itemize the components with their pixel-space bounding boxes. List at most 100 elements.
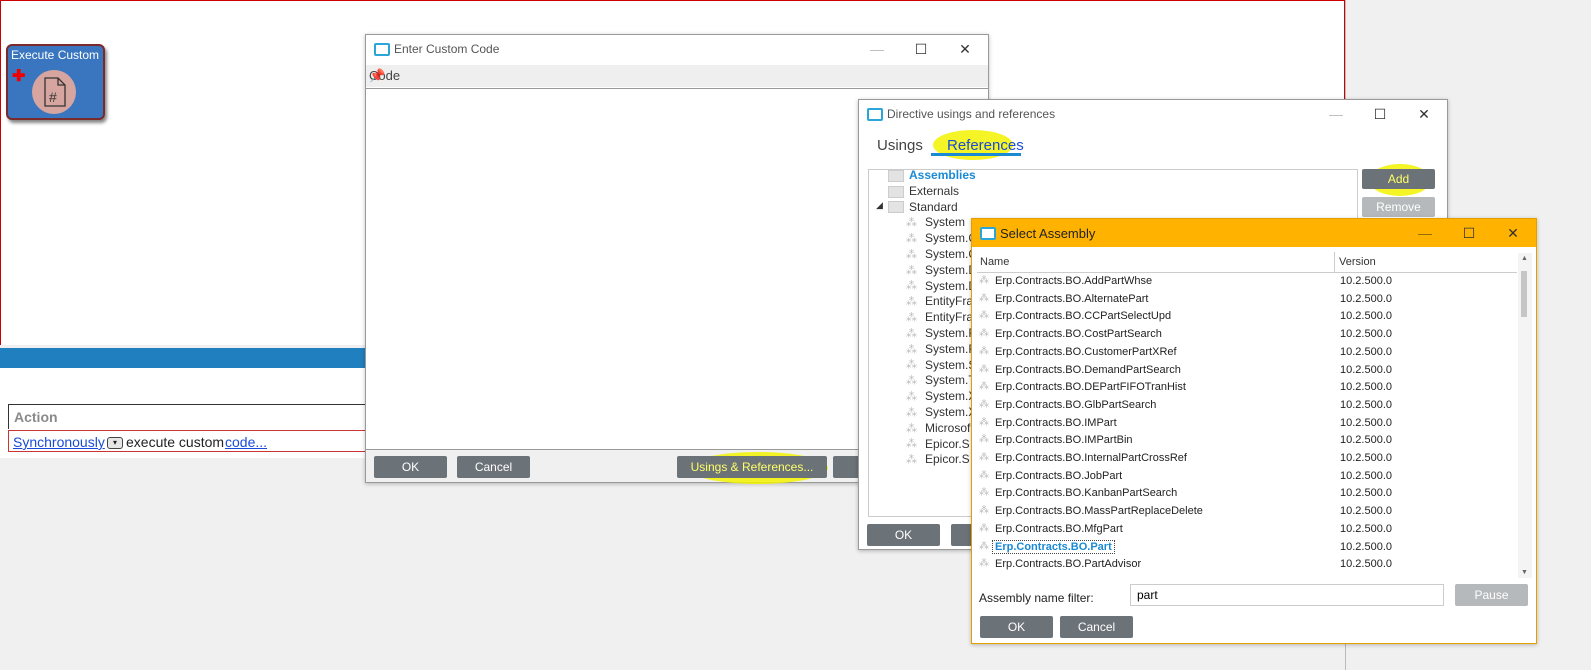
tab-usings[interactable]: Usings (877, 137, 923, 154)
assembly-icon: ⁂ (979, 540, 989, 552)
assembly-icon: ⁂ (906, 264, 917, 277)
close-icon[interactable]: ✕ (1502, 224, 1524, 242)
tree-assembly-item[interactable]: ⁂ System.T (906, 373, 976, 387)
tree-assembly-item[interactable]: ⁂ System.S (906, 358, 976, 372)
assembly-version: 10.2.500.0 (1340, 275, 1392, 287)
scroll-thumb[interactable] (1521, 271, 1527, 317)
window-titlebar[interactable]: Enter Custom Code — ☐ ✕ (366, 35, 988, 63)
tree-assembly-item[interactable]: ⁂ Epicor.S (906, 437, 970, 451)
table-row[interactable]: ⁂ Erp.Contracts.BO.DEPartFIFOTranHist 10.2… (977, 379, 1517, 396)
table-row[interactable]: ⁂ Erp.Contracts.BO.AlternatePart 10.2.500.… (977, 291, 1517, 308)
tree-assembly-item[interactable]: ⁂ System.X (906, 405, 976, 419)
tree-assembly-item[interactable]: ⁂ System.C (906, 231, 977, 245)
table-row[interactable]: ⁂ Erp.Contracts.BO.PartAdvisor 10.2.500.0 (977, 556, 1517, 573)
table-row[interactable]: ⁂ Erp.Contracts.BO.KanbanPartSearch 10.2.5… (977, 485, 1517, 502)
assembly-icon: ⁂ (979, 328, 989, 340)
minimize-icon[interactable]: — (1414, 224, 1436, 242)
add-icon: ✚ (12, 68, 26, 85)
assembly-version: 10.2.500.0 (1340, 452, 1392, 464)
tree-assembly-item[interactable]: ⁂ Epicor.S (906, 452, 970, 466)
vertical-scrollbar[interactable]: ▲ ▼ (1518, 253, 1532, 578)
assembly-name: Erp.Contracts.BO.CustomerPartXRef (995, 345, 1177, 358)
table-row[interactable]: ⁂ Erp.Contracts.BO.MassPartReplaceDelete 1… (977, 503, 1517, 520)
assembly-version: 10.2.500.0 (1340, 416, 1392, 429)
table-row[interactable]: ⁂ Erp.Contracts.BO.IMPart 10.2.500.0 (977, 415, 1517, 432)
tree-folder-item[interactable]: Standard (888, 200, 958, 214)
active-tab-indicator (931, 153, 1021, 156)
assembly-icon: ⁂ (906, 233, 917, 246)
execute-custom-code-node[interactable]: Execute Custom Code ✚ # (6, 44, 105, 120)
table-row[interactable]: ⁂ Erp.Contracts.BO.InternalPartCrossRef 10… (977, 450, 1517, 467)
tree-assembly-item[interactable]: ⁂ System (906, 215, 965, 229)
tree-assembly-item[interactable]: ⁂ System.D (906, 279, 977, 293)
table-row[interactable]: ⁂ Erp.Contracts.BO.Part 10.2.500.0 (977, 539, 1517, 556)
tree-assembly-item[interactable]: ⁂ System.D (906, 263, 977, 277)
assembly-icon: ⁂ (906, 343, 917, 356)
assembly-version: 10.2.500.0 (1340, 381, 1392, 394)
ok-button[interactable]: OK (980, 616, 1053, 638)
tree-assembly-item[interactable]: ⁂ System.R (906, 342, 977, 356)
tree-assembly-item[interactable]: ⁂ Microsof (906, 421, 970, 435)
remove-button[interactable]: Remove (1362, 197, 1435, 217)
window-app-icon (374, 43, 390, 56)
minimize-icon[interactable]: — (1325, 105, 1347, 123)
table-row[interactable]: ⁂ Erp.Contracts.BO.GlbPartSearch 10.2.500.… (977, 397, 1517, 414)
add-button[interactable]: Add (1362, 169, 1435, 189)
assembly-icon: ⁂ (906, 406, 917, 419)
code-link[interactable]: code... (225, 434, 267, 450)
synchronously-link[interactable]: Synchronously (13, 434, 105, 450)
column-name[interactable]: Name (980, 256, 1009, 268)
expand-arrow-icon[interactable]: ◢ (876, 200, 883, 211)
sync-dropdown-button[interactable]: ▾ (107, 437, 123, 449)
column-version[interactable]: Version (1339, 256, 1376, 268)
tab-references[interactable]: References (947, 137, 1024, 154)
close-icon[interactable]: ✕ (954, 40, 976, 58)
maximize-icon[interactable]: ☐ (910, 40, 932, 58)
tree-assembly-item[interactable]: ⁂ EntityFra (906, 294, 973, 308)
tree-folder-item[interactable]: Externals (888, 184, 959, 198)
tree-item-label: System.R (925, 326, 978, 340)
tree-item-label: EntityFra (925, 310, 974, 325)
usings-references-button[interactable]: Usings & References... (677, 456, 827, 478)
table-row[interactable]: ⁂ Erp.Contracts.BO.AddPartWhse 10.2.500.0 (977, 273, 1517, 290)
table-row[interactable]: ⁂ Erp.Contracts.BO.JobPart 10.2.500.0 (977, 468, 1517, 485)
window-title: Directive usings and references (887, 107, 1056, 121)
window-titlebar[interactable]: Select Assembly — ☐ ✕ (972, 219, 1536, 247)
table-row[interactable]: ⁂ Erp.Contracts.BO.CustomerPartXRef 10.2.5… (977, 344, 1517, 361)
assembly-icon: ⁂ (979, 398, 989, 410)
window-titlebar[interactable]: Directive usings and references — ☐ ✕ (859, 100, 1447, 128)
table-row[interactable]: ⁂ Erp.Contracts.BO.DemandPartSearch 10.2.5… (977, 362, 1517, 379)
assembly-name: Erp.Contracts.BO.AddPartWhse (995, 275, 1153, 287)
tree-item-label: System.S (925, 357, 977, 372)
tree-item-label: System.D (925, 278, 978, 293)
tree-item-label: Standard (909, 199, 958, 214)
tree-assembly-item[interactable]: ⁂ System.X (906, 389, 976, 403)
assembly-version: 10.2.500.0 (1340, 345, 1392, 358)
cancel-button[interactable]: Cancel (457, 456, 530, 478)
assembly-grid[interactable]: ⁂ Erp.Contracts.BO.AddPartWhse 10.2.500.0 ⁂… (977, 273, 1517, 578)
table-row[interactable]: ⁂ Erp.Contracts.BO.CCPartSelectUpd 10.2.50… (977, 308, 1517, 325)
minimize-icon[interactable]: — (866, 40, 888, 58)
tree-item-label: System.T (925, 373, 976, 388)
ok-button[interactable]: OK (867, 524, 940, 546)
maximize-icon[interactable]: ☐ (1458, 224, 1480, 242)
table-row[interactable]: ⁂ Erp.Contracts.BO.CostPartSearch 10.2.500… (977, 326, 1517, 343)
tree-assembly-item[interactable]: ⁂ System.C (906, 247, 977, 261)
table-row[interactable]: ⁂ Erp.Contracts.BO.IMPartBin 10.2.500.0 (977, 432, 1517, 449)
maximize-icon[interactable]: ☐ (1369, 105, 1391, 123)
scroll-down-icon[interactable]: ▼ (1521, 569, 1528, 576)
table-row[interactable]: ⁂ Erp.Contracts.BO.MfgPart 10.2.500.0 (977, 521, 1517, 538)
scroll-up-icon[interactable]: ▲ (1521, 255, 1528, 262)
tree-folder-item[interactable]: Assemblies (888, 168, 976, 182)
tree-assembly-item[interactable]: ⁂ EntityFra (906, 310, 973, 324)
cancel-button[interactable]: Cancel (1060, 616, 1133, 638)
assembly-filter-input[interactable] (1130, 584, 1444, 606)
action-row[interactable]: Synchronously ▾ execute custom code... (8, 430, 372, 452)
assembly-icon: ⁂ (979, 487, 989, 499)
assembly-icon: ⁂ (979, 275, 989, 286)
tree-assembly-item[interactable]: ⁂ System.R (906, 326, 977, 340)
ok-button[interactable]: OK (374, 456, 447, 478)
pin-icon[interactable]: 📌 (369, 68, 982, 84)
close-icon[interactable]: ✕ (1413, 105, 1435, 123)
pause-button[interactable]: Pause (1455, 584, 1528, 606)
